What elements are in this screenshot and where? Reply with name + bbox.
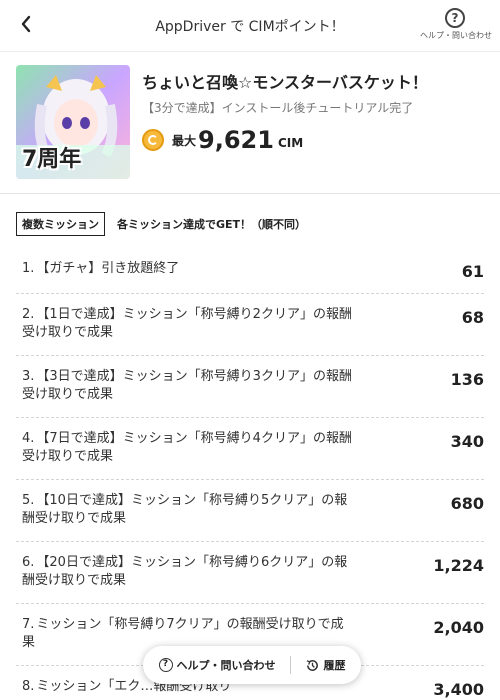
item-number: 2. bbox=[22, 307, 35, 322]
list-item: 3. 【3日で達成】ミッション「称号縛り3クリア」の報酬受け取りで成果 136 bbox=[16, 356, 484, 418]
back-button[interactable] bbox=[14, 12, 38, 36]
item-points: 340 bbox=[450, 432, 484, 451]
help-contact-label: ヘルプ・問い合わせ bbox=[176, 659, 276, 672]
list-item: 4. 【7日で達成】ミッション「称号縛り4クリア」の報酬受け取りで成果 340 bbox=[16, 418, 484, 480]
page-title: AppDriver で CIMポイント！ bbox=[155, 18, 345, 35]
item-points: 136 bbox=[450, 370, 484, 389]
history-button[interactable]: 履歴 bbox=[305, 657, 346, 673]
item-text: 【1日で達成】ミッション「称号縛り2クリア」の報酬受け取りで成果 bbox=[22, 307, 352, 340]
item-number: 8. bbox=[22, 679, 35, 694]
item-text: 【7日で達成】ミッション「称号縛り4クリア」の報酬受け取りで成果 bbox=[22, 431, 352, 464]
item-points: 680 bbox=[450, 494, 484, 513]
floating-action-bar: ? ヘルプ・問い合わせ 履歴 bbox=[143, 646, 361, 684]
item-text: 【10日で達成】ミッション「称号縛り5クリア」の報酬受け取りで成果 bbox=[22, 493, 348, 526]
history-label: 履歴 bbox=[323, 659, 346, 672]
help-icon: ? bbox=[445, 8, 465, 28]
mission-list: 1. 【ガチャ】引き放題終了 61 2. 【1日で達成】ミッション「称号縛り2クリア… bbox=[0, 246, 500, 700]
item-points: 61 bbox=[461, 262, 484, 281]
item-number: 1. bbox=[22, 261, 35, 276]
item-number: 4. bbox=[22, 431, 35, 446]
max-points: 最大 9,621 CIM bbox=[142, 126, 484, 154]
points-unit: CIM bbox=[277, 136, 304, 150]
item-points: 3,400 bbox=[433, 680, 484, 699]
help-icon: ? bbox=[158, 658, 173, 672]
chevron-left-icon bbox=[21, 15, 31, 33]
item-text: 【3日で達成】ミッション「称号縛り3クリア」の報酬受け取りで成果 bbox=[22, 369, 352, 402]
multi-mission-badge: 複数ミッション bbox=[16, 212, 105, 236]
app-subtitle: 【3分で達成】インストール後チュートリアル完了 bbox=[142, 101, 414, 115]
item-points: 1,224 bbox=[433, 556, 484, 575]
item-points: 68 bbox=[461, 308, 484, 327]
thumbnail-text: 7周年 bbox=[22, 147, 82, 172]
help-contact-button[interactable]: ? ヘルプ・問い合わせ bbox=[158, 657, 276, 673]
mission-note: 各ミッション達成でGET！（順不同） bbox=[117, 218, 307, 231]
mission-header: 複数ミッション 各ミッション達成でGET！（順不同） bbox=[0, 194, 500, 246]
list-item: 5. 【10日で達成】ミッション「称号縛り5クリア」の報酬受け取りで成果 680 bbox=[16, 480, 484, 542]
max-label: 最大 bbox=[172, 133, 197, 148]
top-bar: AppDriver で CIMポイント！ ? ヘルプ・問い合わせ bbox=[0, 0, 500, 52]
item-text: 【20日で達成】ミッション「称号縛り6クリア」の報酬受け取りで成果 bbox=[22, 555, 348, 588]
app-thumbnail: 7周年 bbox=[16, 65, 130, 179]
item-number: 5. bbox=[22, 493, 35, 508]
help-button[interactable]: ? ヘルプ・問い合わせ bbox=[420, 8, 492, 41]
help-label: ヘルプ・問い合わせ bbox=[420, 31, 492, 40]
app-name: ちょいと召喚☆モンスターバスケット！ bbox=[142, 73, 428, 92]
history-icon bbox=[306, 659, 318, 671]
app-summary: 7周年 ちょいと召喚☆モンスターバスケット！ 【3分で達成】インストール後チュー… bbox=[0, 52, 500, 194]
list-item: 1. 【ガチャ】引き放題終了 61 bbox=[16, 246, 484, 294]
max-points-value: 9,621 bbox=[198, 126, 274, 154]
list-item: 2. 【1日で達成】ミッション「称号縛り2クリア」の報酬受け取りで成果 68 bbox=[16, 294, 484, 356]
item-number: 6. bbox=[22, 555, 35, 570]
item-text: 【ガチャ】引き放題終了 bbox=[36, 261, 180, 276]
coin-icon bbox=[142, 129, 164, 151]
divider bbox=[289, 656, 291, 674]
item-number: 3. bbox=[22, 369, 35, 384]
item-number: 7. bbox=[22, 617, 35, 632]
list-item: 6. 【20日で達成】ミッション「称号縛り6クリア」の報酬受け取りで成果 1,22… bbox=[16, 542, 484, 604]
item-points: 2,040 bbox=[433, 618, 484, 637]
